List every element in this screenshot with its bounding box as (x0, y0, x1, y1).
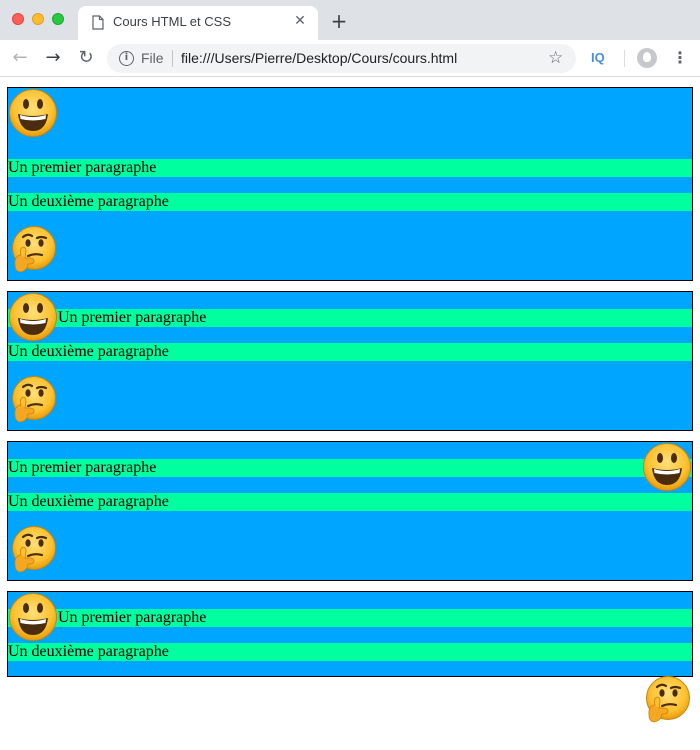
info-icon[interactable]: i (119, 51, 134, 66)
minimize-window-button[interactable] (32, 13, 44, 25)
thinking-emoji-icon (8, 225, 58, 275)
new-tab-button[interactable]: + (328, 10, 350, 32)
demo-block-1: Un premier paragraphe Un deuxième paragr… (7, 87, 693, 281)
paragraph-second: Un deuxième paragraphe (8, 193, 692, 211)
zoom-window-button[interactable] (52, 13, 64, 25)
paragraph-second: Un deuxième paragraphe (8, 493, 692, 511)
forward-button[interactable]: → (41, 46, 65, 70)
close-window-button[interactable] (12, 13, 24, 25)
scheme-label: File (141, 50, 164, 66)
smiling-emoji-icon (8, 292, 58, 342)
menu-icon[interactable]: ⋮ (670, 48, 690, 68)
tab-close-button[interactable]: ✕ (292, 13, 308, 29)
smiling-emoji-icon (642, 442, 692, 492)
smiling-emoji-icon (8, 88, 58, 138)
paragraph-second: Un deuxième paragraphe (8, 643, 692, 661)
thinking-emoji-icon (8, 525, 58, 575)
paragraph-first: Un premier paragraphe (8, 309, 692, 327)
tab-title: Cours HTML et CSS (113, 14, 231, 29)
toolbar-separator (624, 50, 625, 67)
document-icon (92, 15, 104, 30)
paragraph-first: Un premier paragraphe (8, 159, 692, 177)
back-button[interactable]: ← (8, 46, 32, 70)
bookmark-star-icon[interactable]: ☆ (548, 48, 563, 68)
profile-avatar-icon[interactable] (637, 48, 657, 68)
tab-bar: Cours HTML et CSS ✕ + (0, 0, 700, 40)
address-bar[interactable]: i File file:///Users/Pierre/Desktop/Cour… (107, 44, 576, 73)
url-text[interactable]: file:///Users/Pierre/Desktop/Cours/cours… (181, 50, 457, 66)
extension-iq-button[interactable]: IQ (591, 50, 605, 65)
reload-button[interactable]: ↻ (74, 46, 98, 70)
smiling-emoji-icon (8, 592, 58, 642)
paragraph-second: Un deuxième paragraphe (8, 343, 692, 361)
toolbar: ← → ↻ i File file:///Users/Pierre/Deskto… (0, 40, 700, 77)
demo-block-3: Un premier paragraphe Un deuxième paragr… (7, 441, 693, 581)
paragraph-first: Un premier paragraphe (8, 609, 692, 627)
demo-block-4: Un premier paragraphe Un deuxième paragr… (7, 591, 693, 677)
thinking-emoji-icon (8, 375, 58, 425)
thinking-emoji-icon (642, 675, 692, 725)
tab-active[interactable]: Cours HTML et CSS ✕ (78, 6, 318, 40)
address-separator (172, 50, 173, 67)
demo-block-2: Un premier paragraphe Un deuxième paragr… (7, 291, 693, 431)
paragraph-first: Un premier paragraphe (8, 459, 692, 477)
